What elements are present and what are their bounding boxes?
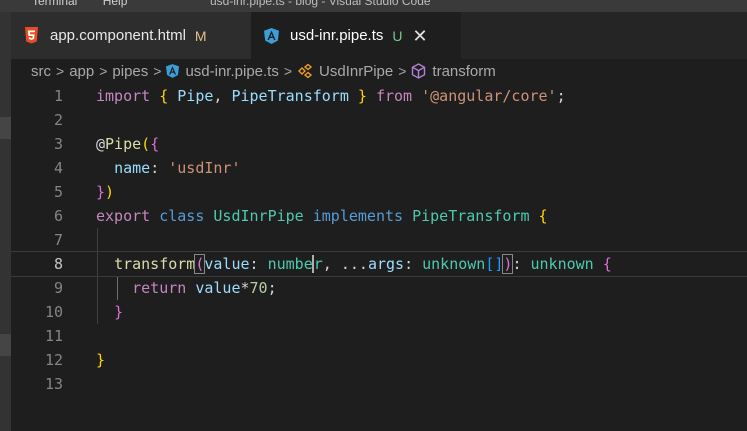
code-line[interactable]: 11 bbox=[11, 324, 747, 348]
title-bar: Terminal Help usd-inr.pipe.ts - blog - V… bbox=[0, 0, 747, 12]
method-symbol-icon bbox=[411, 63, 426, 79]
menu-item-help[interactable]: Help bbox=[103, 0, 128, 8]
editor-tab-bar: app.component.html M usd-inr.pipe.ts U ✕ bbox=[11, 12, 747, 59]
line-number: 5 bbox=[53, 183, 63, 201]
angular-icon bbox=[264, 27, 279, 44]
code-line[interactable]: 5 }) bbox=[11, 180, 747, 204]
breadcrumb-app[interactable]: app bbox=[69, 63, 94, 80]
code-line[interactable]: 1 import { Pipe, PipeTransform } from '@… bbox=[11, 84, 747, 108]
line-number: 8 bbox=[53, 255, 63, 273]
activity-bar bbox=[0, 12, 11, 431]
chevron-right-icon: > bbox=[56, 63, 65, 79]
breadcrumb-file-label: usd-inr.pipe.ts bbox=[185, 62, 279, 80]
menu-item-terminal[interactable]: Terminal bbox=[32, 0, 77, 8]
close-icon[interactable]: ✕ bbox=[413, 27, 428, 45]
code-line-current[interactable]: 8 transform(value: number, ...args: unkn… bbox=[11, 251, 747, 277]
code-line[interactable]: 4 name: 'usdInr' bbox=[11, 156, 747, 180]
breadcrumb-method-label: transform bbox=[432, 62, 496, 80]
breadcrumb-method[interactable]: transform bbox=[411, 62, 496, 80]
code-line[interactable]: 3 @Pipe({ bbox=[11, 132, 747, 156]
breadcrumb: src > app > pipes > usd-inr.pipe.ts > Us… bbox=[11, 59, 747, 83]
breadcrumb-src[interactable]: src bbox=[31, 63, 51, 80]
class-symbol-icon bbox=[297, 64, 313, 78]
code-line[interactable]: 2 bbox=[11, 108, 747, 132]
code-text: import { Pipe, PipeTransform } from '@an… bbox=[96, 87, 566, 105]
code-text: @Pipe({ bbox=[96, 135, 160, 153]
chevron-right-icon: > bbox=[153, 63, 162, 79]
chevron-right-icon: > bbox=[283, 63, 293, 79]
code-line[interactable]: 7 bbox=[11, 228, 747, 252]
html5-icon bbox=[24, 27, 39, 44]
code-line[interactable]: 9 return value*70; bbox=[11, 276, 747, 300]
code-text: return value*70; bbox=[132, 279, 277, 297]
untracked-status: U bbox=[392, 27, 403, 44]
breadcrumb-pipes[interactable]: pipes bbox=[112, 63, 148, 80]
line-number: 6 bbox=[53, 207, 63, 225]
tab-usd-inr-pipe-ts[interactable]: usd-inr.pipe.ts U ✕ bbox=[251, 12, 461, 59]
code-line[interactable]: 6 export class UsdInrPipe implements Pip… bbox=[11, 204, 747, 228]
modified-status: M bbox=[194, 27, 207, 44]
text-cursor: r bbox=[311, 255, 323, 273]
line-number: 3 bbox=[53, 135, 63, 153]
line-number: 9 bbox=[53, 279, 63, 297]
line-number: 7 bbox=[53, 231, 63, 249]
chevron-right-icon: > bbox=[99, 63, 108, 79]
code-text: name: 'usdInr' bbox=[114, 159, 241, 177]
line-number: 4 bbox=[53, 159, 63, 177]
menu-bar: Terminal Help bbox=[32, 0, 149, 8]
line-number: 1 bbox=[53, 87, 63, 105]
code-text: }) bbox=[96, 183, 115, 201]
code-line[interactable]: 13 bbox=[11, 372, 747, 396]
tab-label: app.component.html bbox=[50, 27, 186, 44]
breadcrumb-file[interactable]: usd-inr.pipe.ts bbox=[166, 62, 279, 80]
code-line[interactable]: 12 } bbox=[11, 348, 747, 372]
code-text: transform(value: number, ...args: unknow… bbox=[114, 254, 612, 274]
window-title: usd-inr.pipe.ts - blog - Visual Studio C… bbox=[210, 0, 431, 8]
activity-bar-indicator bbox=[0, 117, 11, 139]
line-number: 11 bbox=[44, 327, 63, 345]
line-number: 13 bbox=[44, 375, 63, 393]
line-number: 12 bbox=[44, 351, 63, 369]
breadcrumb-class-label: UsdInrPipe bbox=[319, 62, 394, 80]
code-text: } bbox=[96, 351, 106, 369]
line-number: 2 bbox=[53, 111, 63, 129]
breadcrumb-class[interactable]: UsdInrPipe bbox=[297, 63, 393, 80]
code-text: } bbox=[114, 303, 124, 321]
code-editor[interactable]: 1 import { Pipe, PipeTransform } from '@… bbox=[11, 84, 747, 431]
angular-icon bbox=[166, 64, 180, 78]
tab-label: usd-inr.pipe.ts bbox=[290, 27, 384, 44]
tab-app-component-html[interactable]: app.component.html M bbox=[11, 12, 251, 59]
chevron-right-icon: > bbox=[398, 63, 407, 79]
code-text: export class UsdInrPipe implements PipeT… bbox=[96, 207, 548, 225]
code-line[interactable]: 10 } bbox=[11, 300, 747, 324]
activity-bar-indicator bbox=[0, 334, 11, 356]
line-number: 10 bbox=[44, 303, 63, 321]
